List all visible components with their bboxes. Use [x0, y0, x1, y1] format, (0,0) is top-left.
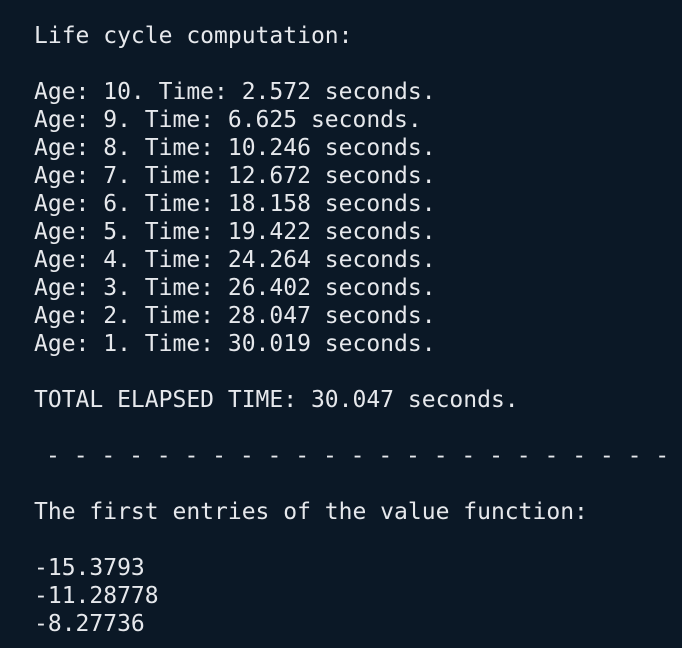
age-line: Age: 1. Time: 30.019 seconds.: [34, 331, 436, 357]
terminal-output: Life cycle computation: Age: 10. Time: 2…: [0, 0, 682, 648]
value-function-header: The first entries of the value function:: [34, 499, 588, 525]
life-cycle-header: Life cycle computation:: [34, 23, 353, 49]
age-line: Age: 8. Time: 10.246 seconds.: [34, 135, 436, 161]
age-line: Age: 10. Time: 2.572 seconds.: [34, 79, 436, 105]
age-line: Age: 3. Time: 26.402 seconds.: [34, 275, 436, 301]
separator-line: - - - - - - - - - - - - - - - - - - - - …: [46, 443, 682, 469]
value-entry: -8.27736: [34, 611, 145, 637]
age-line: Age: 2. Time: 28.047 seconds.: [34, 303, 436, 329]
total-elapsed-time: TOTAL ELAPSED TIME: 30.047 seconds.: [34, 387, 519, 413]
age-line: Age: 4. Time: 24.264 seconds.: [34, 247, 436, 273]
age-line: Age: 6. Time: 18.158 seconds.: [34, 191, 436, 217]
value-entry: -15.3793: [34, 555, 145, 581]
value-entry: -11.28778: [34, 583, 159, 609]
age-line: Age: 9. Time: 6.625 seconds.: [34, 107, 422, 133]
age-line: Age: 5. Time: 19.422 seconds.: [34, 219, 436, 245]
age-line: Age: 7. Time: 12.672 seconds.: [34, 163, 436, 189]
